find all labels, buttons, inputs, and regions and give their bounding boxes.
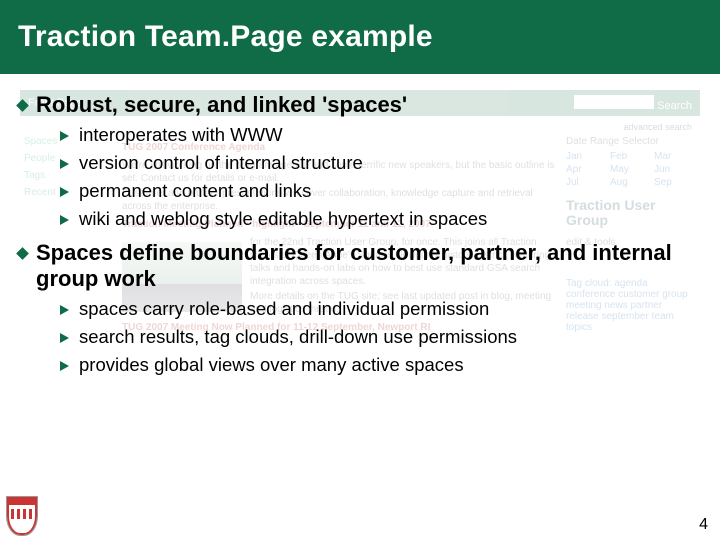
list-item: spaces carry role-based and individual p… bbox=[60, 298, 702, 320]
slide-footer: 4 bbox=[0, 500, 720, 540]
section-1-bullets: interoperates with WWW version control o… bbox=[60, 124, 702, 230]
diamond-bullet-icon bbox=[16, 247, 29, 260]
section-2-bullets: spaces carry role-based and individual p… bbox=[60, 298, 702, 376]
list-item: version control of internal structure bbox=[60, 152, 702, 174]
triangle-bullet-icon bbox=[60, 215, 69, 225]
list-item: search results, tag clouds, drill-down u… bbox=[60, 326, 702, 348]
triangle-bullet-icon bbox=[60, 159, 69, 169]
list-item: provides global views over many active s… bbox=[60, 354, 702, 376]
list-item: wiki and weblog style editable hypertext… bbox=[60, 208, 702, 230]
triangle-bullet-icon bbox=[60, 131, 69, 141]
triangle-bullet-icon bbox=[60, 305, 69, 315]
slide-title: Traction Team.Page example bbox=[0, 0, 720, 74]
slide-body: Robust, secure, and linked 'spaces' inte… bbox=[18, 86, 702, 386]
list-item: interoperates with WWW bbox=[60, 124, 702, 146]
brown-crest-icon bbox=[6, 496, 38, 536]
slide-title-text: Traction Team.Page example bbox=[18, 20, 433, 54]
section-heading-1: Robust, secure, and linked 'spaces' bbox=[18, 92, 702, 118]
section-2-text: Spaces define boundaries for customer, p… bbox=[36, 240, 702, 292]
section-heading-2: Spaces define boundaries for customer, p… bbox=[18, 240, 702, 292]
section-1-text: Robust, secure, and linked 'spaces' bbox=[36, 92, 407, 118]
triangle-bullet-icon bbox=[60, 361, 69, 371]
triangle-bullet-icon bbox=[60, 333, 69, 343]
page-number: 4 bbox=[699, 516, 708, 534]
triangle-bullet-icon bbox=[60, 187, 69, 197]
list-item: permanent content and links bbox=[60, 180, 702, 202]
diamond-bullet-icon bbox=[16, 99, 29, 112]
